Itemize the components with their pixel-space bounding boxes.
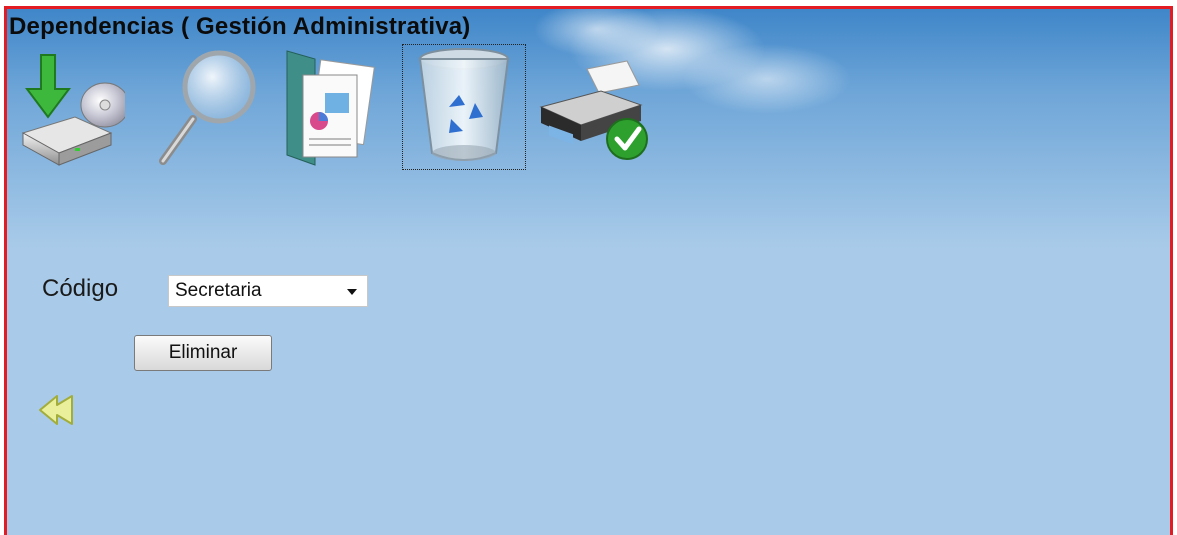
documents-button[interactable] [281, 45, 391, 169]
rewind-back-icon[interactable] [37, 393, 75, 427]
delete-button[interactable] [402, 44, 526, 170]
save-disk-icon [21, 54, 125, 166]
documents-icon [286, 50, 375, 166]
print-button[interactable] [531, 45, 653, 169]
codigo-select[interactable]: Secretaria [168, 275, 368, 307]
codigo-label: Código [42, 275, 119, 302]
recycle-bin-icon [418, 48, 510, 161]
chevron-down-icon [347, 289, 357, 295]
page-title: Dependencias ( Gestión Administrativa) [9, 13, 471, 40]
printer-check-icon [539, 60, 648, 160]
search-magnifier-icon [159, 50, 256, 165]
codigo-select-value: Secretaria [175, 280, 262, 301]
eliminar-button[interactable]: Eliminar [134, 335, 272, 371]
save-button[interactable] [15, 45, 125, 169]
search-button[interactable] [153, 45, 263, 169]
app-frame: Dependencias ( Gestión Administrativa) C… [4, 6, 1173, 535]
